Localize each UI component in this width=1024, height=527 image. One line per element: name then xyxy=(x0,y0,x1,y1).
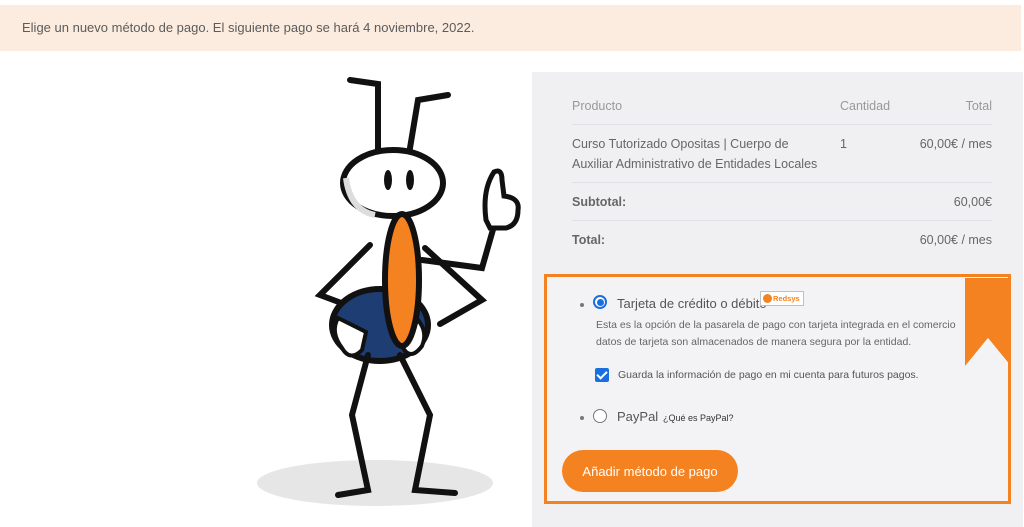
card-label[interactable]: Tarjeta de crédito o débito xyxy=(617,296,767,311)
save-info-label[interactable]: Guarda la información de pago en mi cuen… xyxy=(618,369,919,381)
bullet-icon xyxy=(580,416,584,420)
payment-notice: Elige un nuevo método de pago. El siguie… xyxy=(0,5,1021,51)
paypal-label[interactable]: PayPal xyxy=(617,409,658,424)
item-quantity: 1 xyxy=(830,124,912,183)
card-radio[interactable] xyxy=(593,295,607,309)
subtotal-value: 60,00€ xyxy=(912,182,992,221)
total-value: 60,00€ / mes xyxy=(919,233,992,247)
ant-mascot-illustration xyxy=(257,77,521,506)
order-summary-panel: Producto Cantidad Total Curso Tutorizado… xyxy=(532,72,1023,527)
redsys-logo-icon: Redsys xyxy=(760,291,804,306)
bookmark-ribbon-icon xyxy=(965,278,1011,366)
total-label: Total: xyxy=(572,233,606,247)
table-header-row: Producto Cantidad Total xyxy=(572,88,992,125)
subtotal-row: Subtotal: 60,00€ xyxy=(572,182,992,221)
table-row: Curso Tutorizado Opositas | Cuerpo de Au… xyxy=(572,124,992,183)
subtotal-label: Subtotal: xyxy=(572,182,830,221)
what-is-paypal-link[interactable]: ¿Qué es PayPal? xyxy=(663,413,734,423)
save-info-checkbox[interactable] xyxy=(595,368,609,382)
notice-text: Elige un nuevo método de pago. El siguie… xyxy=(22,20,475,35)
header-total: Total xyxy=(912,88,992,125)
add-payment-method-button[interactable]: Añadir método de pago xyxy=(562,450,738,492)
order-table: Producto Cantidad Total Curso Tutorizado… xyxy=(572,88,992,258)
paypal-radio[interactable] xyxy=(593,409,607,423)
header-quantity: Cantidad xyxy=(830,88,912,125)
payment-methods-box: Tarjeta de crédito o débito Redsys Esta … xyxy=(544,274,1011,504)
card-description: Esta es la opción de la pasarela de pago… xyxy=(596,319,956,348)
header-product: Producto xyxy=(572,88,830,125)
total-row: Total: 60,00€ / mes xyxy=(572,221,992,259)
item-price: 60,00€ / mes xyxy=(912,124,992,183)
bullet-icon xyxy=(580,303,584,307)
item-product: Curso Tutorizado Opositas | Cuerpo de Au… xyxy=(572,124,830,183)
